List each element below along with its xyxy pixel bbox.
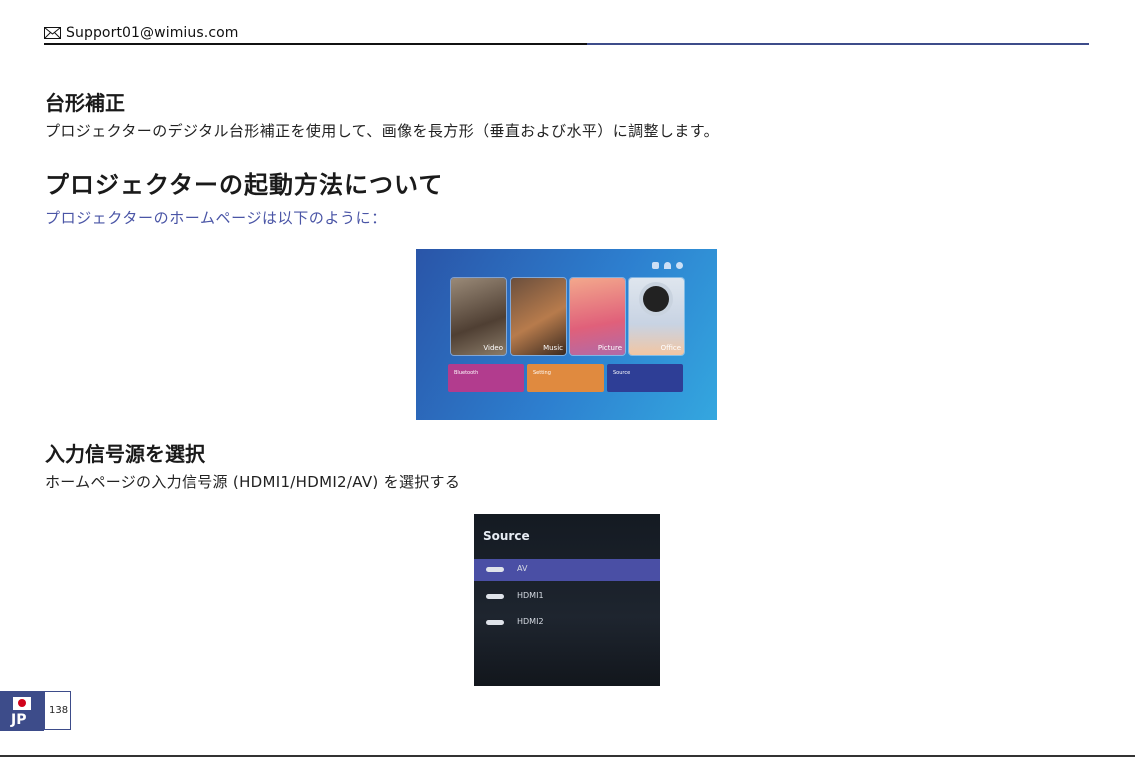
source-item-hdmi2: HDMI2: [474, 612, 660, 634]
wifi-icon: [664, 262, 671, 269]
page-number-box: 138: [44, 691, 71, 730]
keystone-text: プロジェクターのデジタル台形補正を使用して、画像を長方形（垂直および水平）に調整…: [45, 122, 720, 140]
plug-icon: [486, 567, 504, 572]
tile-label: Source: [613, 370, 631, 376]
source-text: ホームページの入力信号源 (HDMI1/HDMI2/AV) を選択する: [45, 473, 461, 491]
source-item-av: AV: [474, 559, 660, 581]
tile-label: Bluetooth: [454, 370, 479, 376]
language-code: JP: [11, 712, 27, 728]
keystone-heading: 台形補正: [45, 91, 125, 115]
picture-card: Picture: [570, 278, 625, 355]
home-subtitle: プロジェクターのホームページは以下のように：: [45, 209, 387, 227]
source-item-hdmi1: HDMI1: [474, 586, 660, 608]
source-heading: 入力信号源を選択: [45, 442, 205, 466]
card-label: Picture: [597, 344, 622, 352]
settings-icon: [676, 262, 683, 269]
source-menu-title: Source: [483, 529, 530, 543]
music-card: Music: [511, 278, 566, 355]
video-card: Video: [451, 278, 506, 355]
source-item-label: HDMI2: [517, 617, 544, 626]
japan-flag-icon: [13, 697, 31, 710]
jp-language-badge: JP: [0, 691, 44, 731]
card-label: Music: [543, 344, 563, 352]
page-number: 138: [49, 705, 69, 716]
home-screen-image: Video Music Picture Office Bluetooth Set…: [416, 249, 717, 420]
status-icons: [652, 262, 683, 269]
card-label: Office: [660, 344, 681, 352]
office-card: Office: [629, 278, 684, 355]
source-tile: Source: [607, 364, 683, 392]
hdmi-icon: [486, 620, 504, 625]
source-item-label: AV: [517, 564, 528, 573]
header-rule-blue: [587, 43, 1089, 45]
setting-tile: Setting: [527, 364, 604, 392]
support-email[interactable]: Support01@wimius.com: [66, 25, 239, 41]
hdmi-icon: [486, 594, 504, 599]
card-label: Video: [483, 344, 503, 352]
office-art: [643, 286, 669, 312]
usb-icon: [652, 262, 659, 269]
source-item-label: HDMI1: [517, 591, 544, 600]
source-menu-image: Source AV HDMI1 HDMI2: [474, 514, 660, 686]
tile-label: Setting: [533, 370, 551, 376]
header-rule-dark: [44, 43, 587, 45]
bluetooth-tile: Bluetooth: [448, 364, 524, 392]
startup-heading: プロジェクターの起動方法について: [45, 171, 444, 199]
envelope-icon: [44, 27, 61, 39]
